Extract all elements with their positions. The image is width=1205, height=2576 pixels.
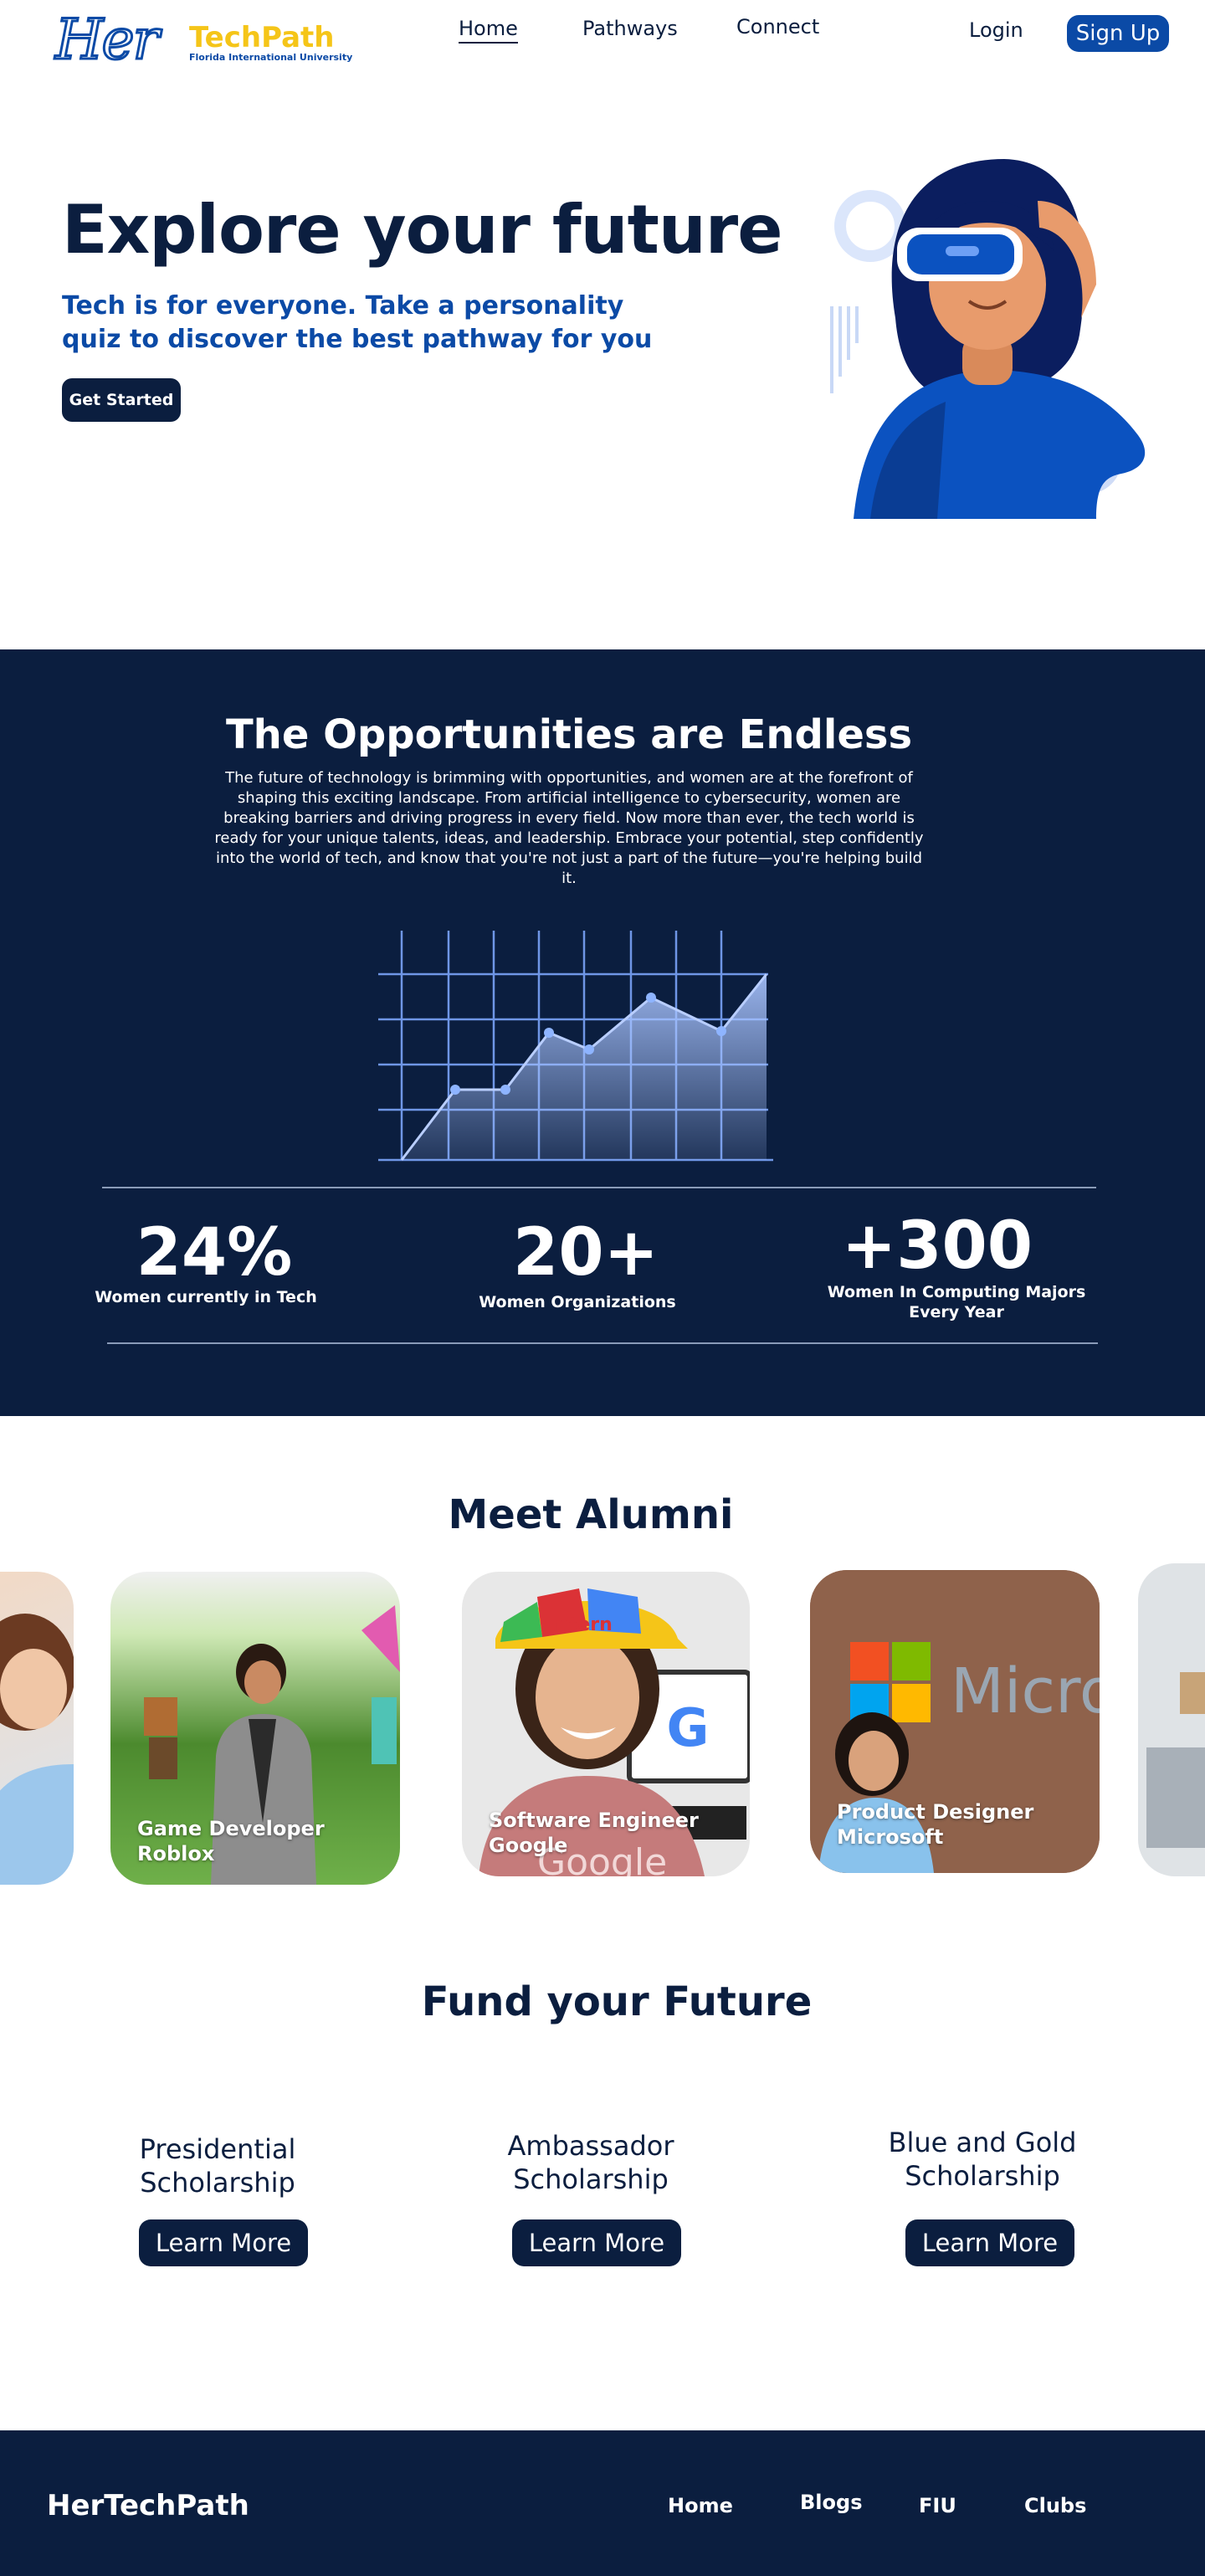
nav-connect-link[interactable]: Connect	[736, 15, 819, 38]
opportunities-text: The future of technology is brimming wit…	[214, 769, 924, 887]
scholarship-blue-gold-line2: Scholarship	[905, 2160, 1060, 2192]
alumni-card-partial-left[interactable]	[0, 1572, 74, 1885]
alumni-role-game-developer: Game Developer	[137, 1817, 325, 1840]
logo-script-text[interactable]: Her	[54, 7, 160, 74]
scholarship-ambassador-title: Ambassador Scholarship	[474, 2129, 708, 2196]
scholarship-blue-gold-line1: Blue and Gold	[888, 2127, 1077, 2158]
alumni-company-google: Google	[489, 1834, 568, 1857]
growth-chart-illustration	[378, 931, 773, 1162]
hero-subtitle: Tech is for everyone. Take a personality…	[62, 291, 653, 354]
footer-clubs-link[interactable]: Clubs	[1024, 2494, 1086, 2517]
alumni-role-software-engineer: Software Engineer	[489, 1809, 699, 1832]
nav-home-link[interactable]: Home	[459, 17, 518, 44]
alumni-role-product-designer: Product Designer	[837, 1800, 1034, 1824]
learn-more-ambassador-button[interactable]: Learn More	[512, 2219, 681, 2266]
stat-value-women-in-tech: 24%	[136, 1215, 293, 1291]
stat-label-women-orgs: Women Organizations	[479, 1293, 676, 1311]
scholarship-ambassador-line2: Scholarship	[513, 2163, 669, 2195]
intern-hat-text: Intern	[549, 1614, 613, 1635]
nav-login-link[interactable]: Login	[969, 18, 1023, 42]
divider-top	[102, 1187, 1096, 1188]
footer-brand[interactable]: HerTechPath	[47, 2489, 249, 2522]
learn-more-blue-gold-button[interactable]: Learn More	[905, 2219, 1074, 2266]
divider-bottom	[107, 1342, 1098, 1344]
alumni-card-game-developer[interactable]: Game Developer Roblox	[110, 1572, 400, 1885]
alumni-photo-left	[0, 1614, 74, 1885]
learn-more-presidential-button[interactable]: Learn More	[139, 2219, 308, 2266]
stat-value-women-orgs: 20+	[513, 1215, 659, 1291]
stat-label-women-in-tech: Women currently in Tech	[95, 1288, 317, 1306]
logo-subtitle: Florida International University	[189, 52, 353, 63]
nav-pathways-link[interactable]: Pathways	[582, 17, 678, 40]
scholarship-presidential-title: Presidential Scholarship	[100, 2132, 335, 2199]
scholarship-presidential-line1: Presidential	[139, 2133, 296, 2165]
logo-name-text[interactable]: TechPath	[189, 22, 335, 54]
scholarship-presidential-line2: Scholarship	[140, 2167, 295, 2199]
scholarship-ambassador-line1: Ambassador	[507, 2130, 674, 2162]
alumni-title: Meet Alumni	[448, 1491, 734, 1538]
hero-title: Explore your future	[62, 191, 782, 269]
signup-button[interactable]: Sign Up	[1067, 15, 1169, 52]
scholarship-blue-gold-title: Blue and Gold Scholarship	[857, 2126, 1108, 2193]
alumni-card-software-engineer[interactable]: G Intern Google Software Engineer Google	[462, 1572, 750, 1876]
stat-value-computing-majors: +300	[841, 1208, 1033, 1284]
fund-title: Fund your Future	[421, 1978, 813, 2025]
microsoft-sign-text: Micro	[951, 1655, 1100, 1727]
alumni-company-microsoft: Microsoft	[837, 1825, 944, 1849]
alumni-card-partial-right[interactable]	[1138, 1563, 1205, 1876]
alumni-card-product-designer[interactable]: Micro Product Designer Microsoft	[810, 1570, 1100, 1873]
alumni-company-roblox: Roblox	[137, 1842, 215, 1865]
google-logo-text: G	[667, 1697, 710, 1758]
get-started-button[interactable]: Get Started	[62, 378, 181, 422]
footer-blogs-link[interactable]: Blogs	[800, 2491, 862, 2514]
stat-label-computing-majors: Women In Computing Majors Every Year	[827, 1283, 1086, 1321]
footer-fiu-link[interactable]: FIU	[919, 2494, 956, 2517]
footer-home-link[interactable]: Home	[668, 2494, 733, 2517]
alumni-photo-right	[1146, 1672, 1205, 1848]
opportunities-title: The Opportunities are Endless	[225, 711, 913, 758]
vr-girl-illustration	[830, 159, 1146, 519]
